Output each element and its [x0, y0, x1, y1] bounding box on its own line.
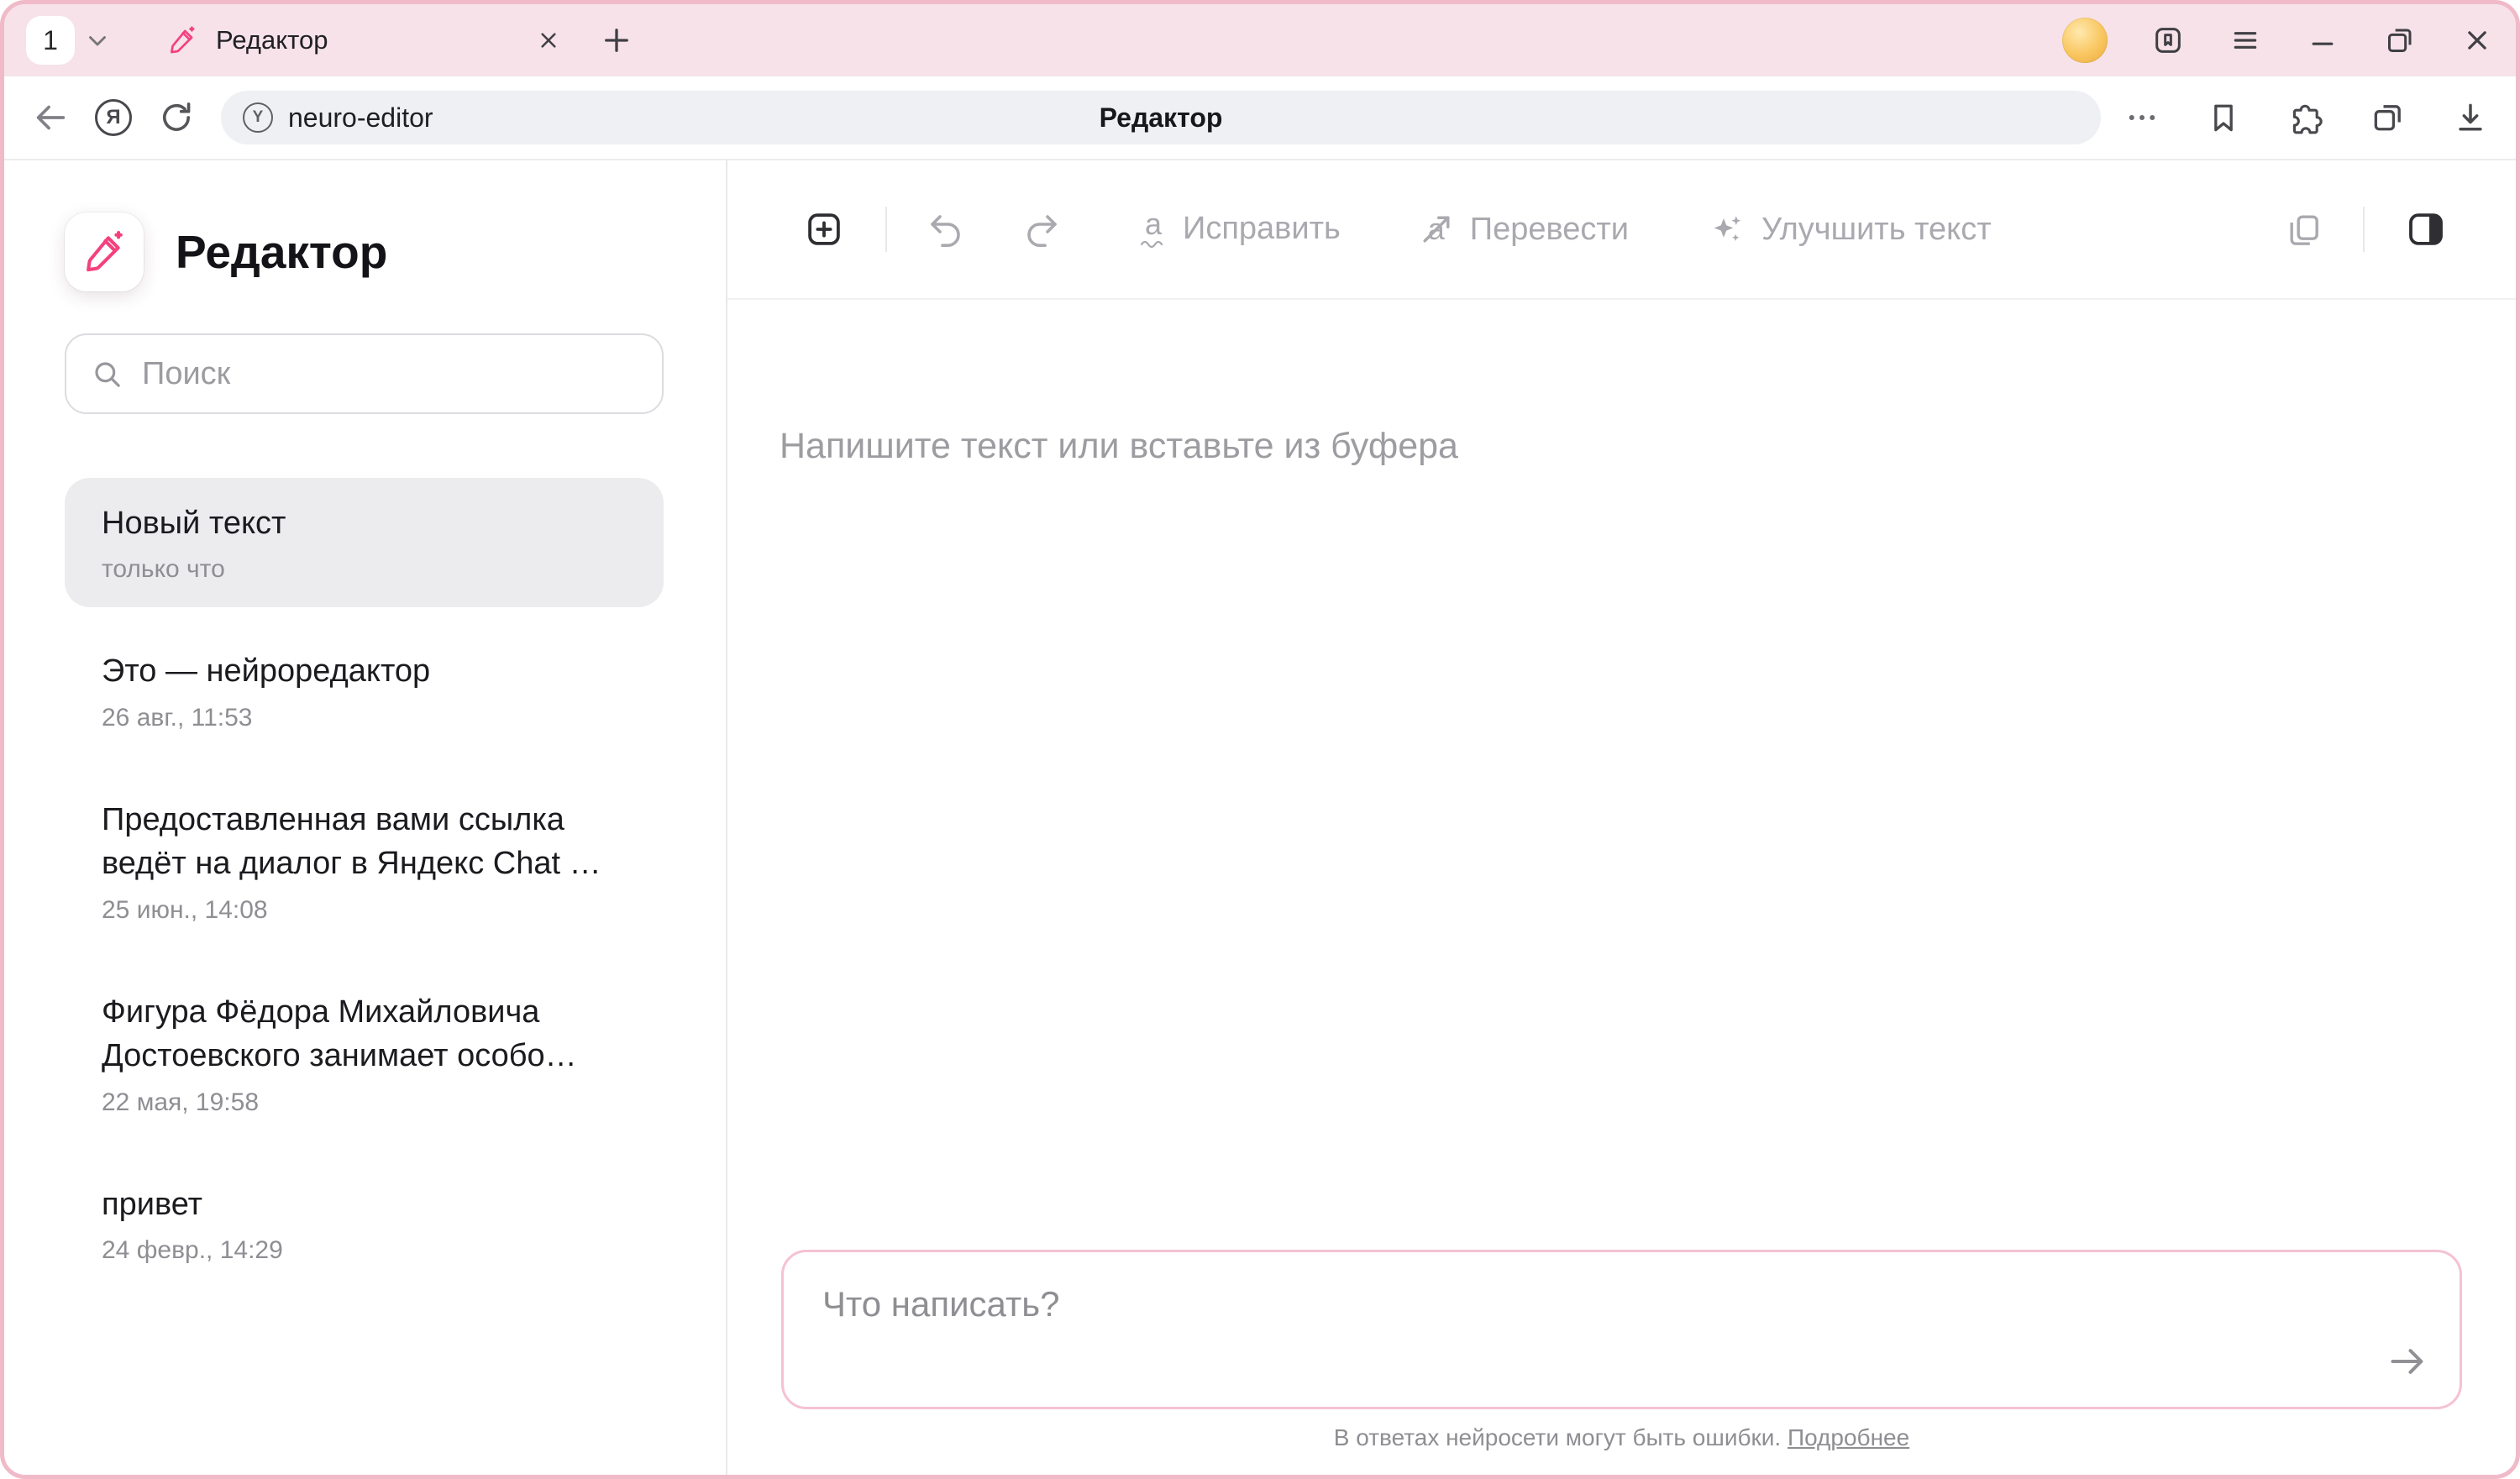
document-time: только что [102, 555, 627, 584]
translate-label: Перевести [1470, 212, 1629, 248]
document-time: 25 июн., 14:08 [102, 896, 627, 925]
editor-placeholder: Напишите текст или вставьте из буфера [780, 426, 2464, 467]
menu-hamburger-icon[interactable] [2229, 24, 2262, 57]
chevron-down-icon[interactable] [83, 26, 112, 55]
toolbar-divider [2363, 207, 2365, 252]
new-document-icon [801, 207, 847, 252]
address-bar: Я Y neuro-editor Редактор [4, 76, 2516, 160]
document-time: 22 мая, 19:58 [102, 1088, 627, 1117]
back-icon[interactable] [31, 98, 70, 137]
addressbar-right-cluster [2124, 99, 2489, 136]
fix-text-button[interactable]: а Исправить [1139, 211, 1341, 248]
editor-pane: а Исправить а Перевести [727, 160, 2516, 1475]
tabbar-right-cluster [2062, 18, 2494, 63]
download-icon[interactable] [2452, 99, 2489, 136]
list-item[interactable]: привет 24 февр., 14:29 [65, 1159, 664, 1288]
document-title: Предоставленная вами ссылка ведёт на диа… [102, 798, 627, 886]
window-close-icon[interactable] [2460, 24, 2494, 57]
document-list: Новый текст только что Это — нейроредакт… [65, 478, 664, 1307]
send-arrow-icon [2384, 1338, 2431, 1385]
app-title: Редактор [176, 225, 387, 279]
list-item[interactable]: Новый текст только что [65, 478, 664, 607]
window-minimize-icon[interactable] [2306, 24, 2339, 57]
document-title: Фигура Фёдора Михайловича Достоевского з… [102, 990, 627, 1078]
tab-bar: 1 Редактор [4, 4, 2516, 76]
more-options-icon[interactable] [2124, 99, 2160, 136]
list-item[interactable]: Фигура Фёдора Михайловича Достоевского з… [65, 967, 664, 1141]
prompt-area: В ответах нейросети могут быть ошибки. П… [781, 1250, 2462, 1451]
search-icon [90, 357, 123, 391]
improve-label: Улучшить текст [1761, 212, 1992, 248]
fix-label: Исправить [1183, 211, 1341, 247]
toggle-panel-button[interactable] [2403, 207, 2449, 252]
translate-icon: а [1418, 210, 1455, 249]
improve-text-button[interactable]: Улучшить текст [1706, 209, 1992, 249]
document-title: Новый текст [102, 501, 627, 545]
page-title: Редактор [221, 102, 2101, 134]
avatar[interactable] [2062, 18, 2108, 63]
search-box [65, 333, 664, 414]
toolbar-divider [885, 207, 887, 252]
prompt-box [781, 1250, 2462, 1409]
extensions-puzzle-icon[interactable] [2287, 99, 2324, 136]
send-button[interactable] [2382, 1336, 2433, 1387]
browser-window: 1 Редактор [0, 0, 2520, 1479]
reload-icon[interactable] [157, 98, 196, 137]
site-favicon: Y [243, 102, 273, 133]
translate-button[interactable]: а Перевести [1418, 210, 1629, 249]
editor-favicon-wand-icon [167, 25, 197, 55]
sparkles-icon [1706, 209, 1746, 249]
content-area: Редактор Новый текст только что Это — не… [4, 160, 2516, 1475]
fix-icon: а [1139, 211, 1168, 248]
document-time: 26 авг., 11:53 [102, 704, 627, 732]
search-input[interactable] [142, 356, 638, 392]
prompt-input[interactable] [784, 1252, 2460, 1407]
yandex-home-icon[interactable]: Я [95, 99, 132, 136]
list-item[interactable]: Предоставленная вами ссылка ведёт на диа… [65, 774, 664, 948]
collections-icon[interactable] [2370, 99, 2407, 136]
documents-sidebar: Редактор Новый текст только что Это — не… [4, 160, 727, 1475]
app-logo [65, 212, 144, 291]
new-document-button[interactable] [801, 207, 847, 252]
browser-tab[interactable]: Редактор [167, 25, 562, 55]
redo-icon [1021, 209, 1062, 249]
tab-counter-button[interactable]: 1 [26, 16, 75, 65]
editor-toolbar: а Исправить а Перевести [727, 160, 2516, 300]
undo-button[interactable] [926, 209, 966, 249]
list-item[interactable]: Это — нейроредактор 26 авг., 11:53 [65, 626, 664, 755]
tab-title: Редактор [216, 25, 535, 55]
tab-close-icon[interactable] [535, 27, 562, 54]
side-panel-icon[interactable] [2151, 24, 2185, 57]
window-restore-icon[interactable] [2383, 24, 2417, 57]
redo-button[interactable] [1021, 209, 1062, 249]
document-title: привет [102, 1183, 627, 1226]
disclaimer: В ответах нейросети могут быть ошибки. П… [781, 1424, 2462, 1451]
new-tab-icon[interactable] [599, 23, 634, 58]
copy-icon [2284, 209, 2324, 249]
document-title: Это — нейроредактор [102, 649, 627, 693]
disclaimer-link[interactable]: Подробнее [1788, 1424, 1909, 1450]
app-logo-row: Редактор [65, 212, 664, 291]
magic-pen-icon [81, 229, 127, 275]
bookmark-icon[interactable] [2205, 99, 2242, 136]
omnibox[interactable]: Y neuro-editor Редактор [221, 91, 2101, 144]
document-time: 24 февр., 14:29 [102, 1236, 627, 1265]
url-text: neuro-editor [288, 102, 433, 134]
copy-button[interactable] [2284, 209, 2324, 249]
disclaimer-text: В ответах нейросети могут быть ошибки. [1334, 1424, 1781, 1450]
undo-icon [926, 209, 966, 249]
panel-toggle-icon [2403, 207, 2449, 252]
